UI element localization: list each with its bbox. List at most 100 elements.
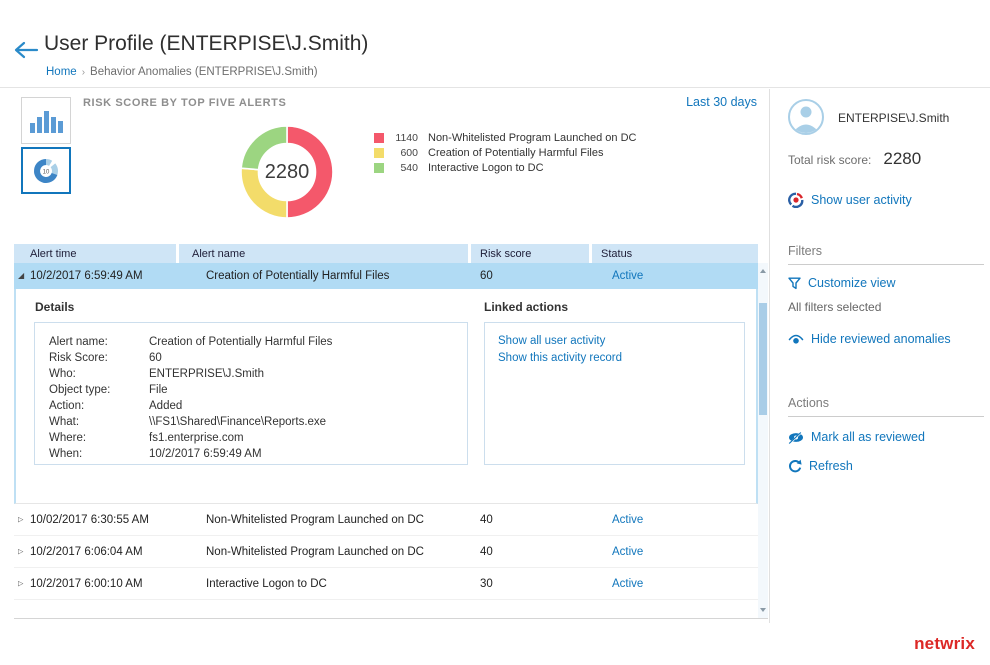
main-panel: 10 RISK SCORE BY TOP FIVE ALERTS Last 30… [0, 89, 769, 623]
customize-view-link[interactable]: Customize view [788, 276, 896, 290]
legend-value: 540 [392, 162, 418, 174]
detail-field: Who:ENTERPRISE\J.Smith [49, 366, 467, 382]
legend-label: Interactive Logon to DC [428, 162, 544, 174]
svg-text:10: 10 [43, 169, 50, 175]
table-row-expanded[interactable]: ◢ 10/2/2017 6:59:49 AM Creation of Poten… [14, 263, 758, 289]
refresh-link[interactable]: Refresh [788, 459, 853, 473]
column-header-risk-score[interactable]: Risk score [471, 244, 589, 263]
alert-time-cell: 10/2/2017 6:06:04 AM [14, 546, 179, 558]
alert-name-cell: Creation of Potentially Harmful Files [179, 270, 471, 282]
scrollbar-thumb[interactable] [759, 303, 767, 415]
legend-item: 1140 Non-Whitelisted Program Launched on… [374, 130, 637, 145]
detail-field: What:\\FS1\Shared\Finance\Reports.exe [49, 414, 467, 430]
detail-field: Alert name:Creation of Potentially Harmf… [49, 334, 467, 350]
risk-score-cell: 60 [471, 270, 592, 282]
table-row[interactable]: ▷ 10/2/2017 6:00:10 AM Interactive Logon… [14, 568, 758, 600]
breadcrumb-current: Behavior Anomalies (ENTERPRISE\J.Smith) [90, 66, 318, 78]
page-header: User Profile (ENTERPISE\J.Smith) Home › Be… [0, 0, 990, 88]
linked-actions-heading: Linked actions [484, 300, 568, 314]
breadcrumb-separator: › [82, 67, 85, 78]
filter-funnel-icon [788, 277, 801, 290]
donut-chart-icon: 10 [31, 156, 61, 186]
refresh-icon [788, 459, 802, 473]
legend-label: Non-Whitelisted Program Launched on DC [428, 132, 637, 144]
table-scrollbar[interactable] [758, 263, 768, 618]
alert-name-cell: Non-Whitelisted Program Launched on DC [179, 514, 471, 526]
scroll-down-icon[interactable] [760, 608, 766, 612]
breadcrumb: Home › Behavior Anomalies (ENTERPRISE\J.Sm… [46, 66, 318, 78]
risk-panel-title: RISK SCORE BY TOP FIVE ALERTS [83, 97, 286, 109]
user-sidebar: ENTERPISE\J.Smith Total risk score: 2280… [769, 89, 990, 623]
detail-field: Risk Score:60 [49, 350, 467, 366]
eye-icon [788, 333, 804, 345]
legend-value: 600 [392, 147, 418, 159]
period-selector-link[interactable]: Last 30 days [686, 95, 757, 109]
legend-swatch-yellow [374, 148, 384, 158]
bar-chart-icon [30, 109, 63, 133]
detail-field: Action:Added [49, 398, 467, 414]
detail-field: When:10/2/2017 6:59:49 AM [49, 446, 467, 462]
hide-reviewed-anomalies-link[interactable]: Hide reviewed anomalies [788, 332, 951, 346]
risk-score-cell: 40 [471, 546, 592, 558]
status-link[interactable]: Active [612, 270, 643, 282]
bar-chart-view-button[interactable] [21, 97, 71, 144]
status-link[interactable]: Active [612, 514, 643, 526]
risk-score-cell: 40 [471, 514, 592, 526]
risk-total-center: 2280 [237, 122, 337, 222]
show-this-activity-record-link[interactable]: Show this activity record [498, 350, 744, 367]
legend-label: Creation of Potentially Harmful Files [428, 147, 603, 159]
legend-swatch-green [374, 163, 384, 173]
alert-time-cell: 10/2/2017 6:00:10 AM [14, 578, 179, 590]
show-user-activity-link[interactable]: Show user activity [788, 192, 912, 208]
eye-slash-icon [788, 431, 804, 444]
detail-field: Where:fs1.enterprise.com [49, 430, 467, 446]
legend-value: 1140 [392, 132, 418, 144]
alert-time-cell: 10/2/2017 6:59:49 AM [14, 270, 179, 282]
expand-row-icon[interactable]: ▷ [18, 548, 23, 555]
user-avatar [788, 99, 824, 135]
show-all-user-activity-link[interactable]: Show all user activity [498, 333, 744, 350]
column-header-alert-name[interactable]: Alert name [179, 244, 468, 263]
detail-field: Object type:File [49, 382, 467, 398]
donut-view-button[interactable]: 10 [21, 147, 71, 194]
sidebar-username: ENTERPISE\J.Smith [838, 111, 949, 125]
status-link[interactable]: Active [612, 578, 643, 590]
back-arrow-icon[interactable] [12, 40, 40, 60]
column-header-alert-time[interactable]: Alert time [14, 244, 176, 263]
legend-item: 540 Interactive Logon to DC [374, 160, 637, 175]
risk-donut-chart: 2280 [237, 122, 337, 222]
actions-heading: Actions [788, 396, 829, 410]
breadcrumb-home-link[interactable]: Home [46, 66, 77, 78]
filters-heading: Filters [788, 244, 822, 258]
table-row[interactable]: ▷ 10/2/2017 6:06:04 AM Non-Whitelisted P… [14, 536, 758, 568]
legend-item: 600 Creation of Potentially Harmful File… [374, 145, 637, 160]
alert-name-cell: Non-Whitelisted Program Launched on DC [179, 546, 471, 558]
chart-legend: 1140 Non-Whitelisted Program Launched on… [374, 130, 637, 175]
collapse-row-icon[interactable]: ◢ [18, 272, 24, 280]
table-row[interactable]: ▷ 10/02/2017 6:30:55 AM Non-Whitelisted … [14, 504, 758, 536]
total-risk-label: Total risk score: [788, 153, 871, 167]
legend-swatch-red [374, 133, 384, 143]
details-heading: Details [35, 300, 74, 314]
details-box: Alert name:Creation of Potentially Harmf… [34, 322, 468, 465]
user-profile-page: { "header": { "title": "User Profile (EN… [0, 0, 990, 665]
filters-status-text: All filters selected [788, 300, 881, 314]
scroll-up-icon[interactable] [760, 269, 766, 273]
actions-divider [788, 416, 984, 417]
status-link[interactable]: Active [612, 546, 643, 558]
expand-row-icon[interactable]: ▷ [18, 580, 23, 587]
page-title: User Profile (ENTERPISE\J.Smith) [44, 32, 368, 56]
alert-detail-panel: Details Alert name:Creation of Potential… [14, 289, 758, 504]
risk-score-cell: 30 [471, 578, 592, 590]
alerts-table: Alert time Alert name Risk score Status … [14, 244, 758, 600]
mark-all-reviewed-link[interactable]: Mark all as reviewed [788, 430, 925, 444]
total-risk-score: Total risk score: 2280 [788, 149, 921, 169]
filters-divider [788, 264, 984, 265]
netwrix-logo: netwrix [914, 634, 975, 654]
person-icon [790, 101, 822, 133]
expand-row-icon[interactable]: ▷ [18, 516, 23, 523]
user-activity-icon [788, 192, 804, 208]
table-bottom-divider [14, 618, 768, 619]
column-header-status[interactable]: Status [592, 244, 758, 263]
alert-time-cell: 10/02/2017 6:30:55 AM [14, 514, 179, 526]
